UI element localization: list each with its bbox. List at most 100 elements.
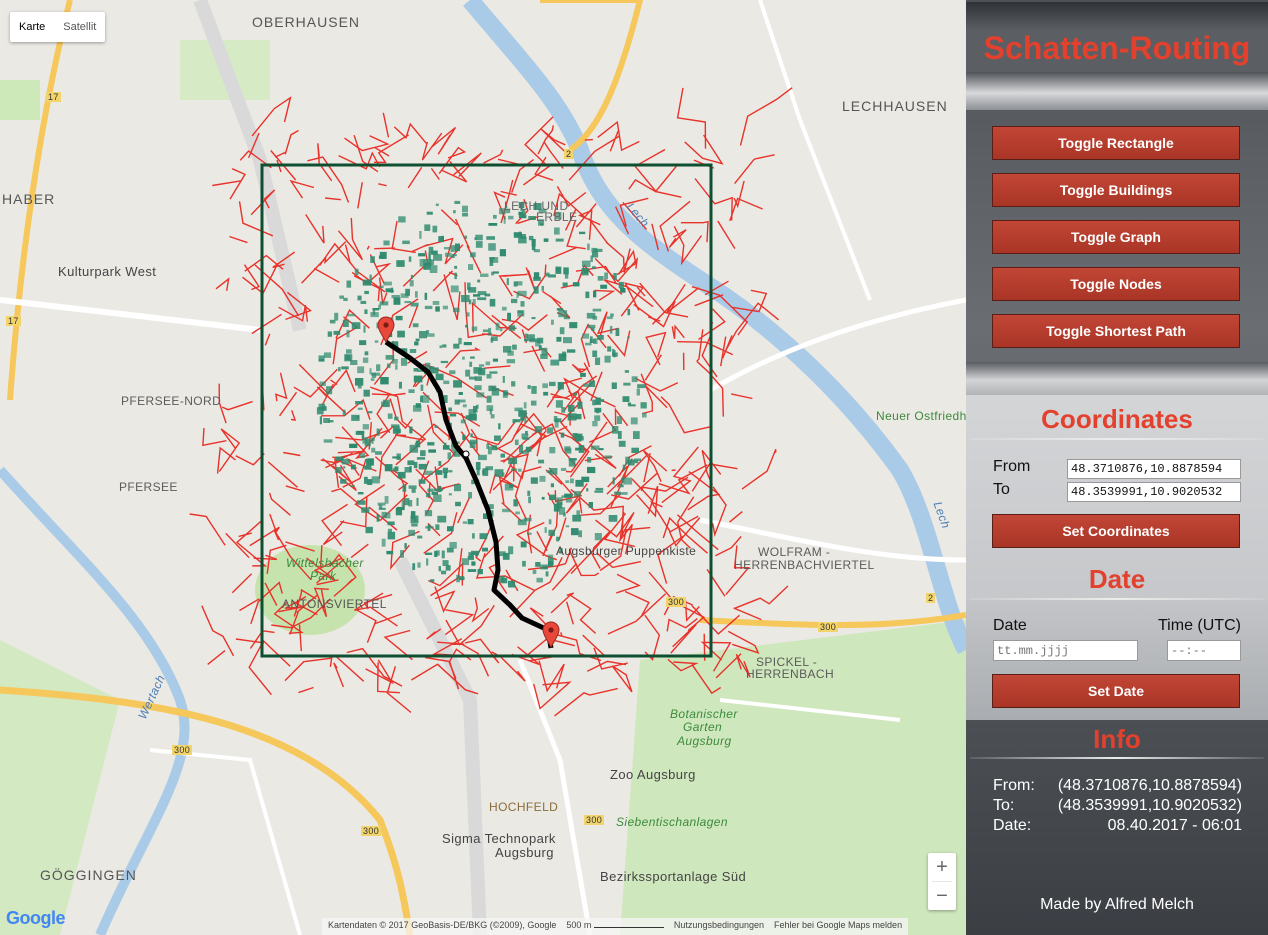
building [486,405,494,411]
set-coordinates-button[interactable]: Set Coordinates [992,514,1240,548]
toggle-shortest-path-button[interactable]: Toggle Shortest Path [992,314,1240,348]
set-date-button[interactable]: Set Date [992,674,1240,708]
building [361,432,365,439]
report-error-link[interactable]: Fehler bei Google Maps melden [774,920,902,935]
time-input[interactable] [1167,640,1241,661]
building [604,272,608,280]
place-label: HABER [2,191,56,207]
date-input[interactable] [993,640,1138,661]
graph-edge [566,219,586,250]
building [462,212,468,217]
graph-edge [431,126,457,155]
graph-edge [670,623,697,654]
graph-edge [636,485,659,518]
building [518,214,527,219]
map-view[interactable]: OBERHAUSEN LECHHAUSEN HABER Kulturpark W… [0,0,966,935]
toggle-nodes-button[interactable]: Toggle Nodes [992,267,1240,301]
building [618,281,624,289]
building [502,390,508,398]
place-label: Augsburg [677,734,732,748]
building [441,570,447,575]
building [607,346,612,352]
building [383,281,392,286]
graph-edge [741,448,777,490]
building [491,388,500,396]
building [553,416,558,422]
building [464,235,468,239]
building [442,344,447,348]
to-input[interactable] [1067,482,1241,502]
graph-edge [569,594,597,634]
place-label: PFERSEE-NORD [121,394,222,408]
building [433,488,443,492]
graph-edge [671,324,685,339]
toggle-buildings-button[interactable]: Toggle Buildings [992,173,1240,207]
building [479,533,488,540]
graph-edge [407,166,423,189]
building [478,367,486,376]
toggle-rectangle-button[interactable]: Toggle Rectangle [992,126,1240,160]
building [476,468,480,476]
building [409,466,412,473]
from-input[interactable] [1067,459,1241,479]
graph-edge [691,463,738,492]
graph-edge [284,129,299,155]
building [371,447,376,453]
building [561,407,566,413]
building [448,407,452,412]
building [498,576,505,583]
date-label: Date [993,617,1027,634]
building [427,488,434,492]
building [627,336,630,339]
map-canvas[interactable] [0,0,966,935]
zoom-out-button[interactable]: − [928,882,956,910]
google-logo[interactable]: Google [6,908,66,929]
building [514,419,521,423]
building [417,535,423,539]
building [412,323,419,328]
building [589,339,596,343]
building [418,463,427,470]
building [350,360,358,365]
graph-edge [346,647,403,687]
building [435,524,440,530]
building [527,490,531,496]
toggle-graph-button[interactable]: Toggle Graph [992,220,1240,254]
building [318,403,326,411]
graph-edge [611,665,633,693]
building [489,371,498,374]
building [482,329,489,333]
building [512,344,517,350]
map-type-map-button[interactable]: Karte [10,12,54,42]
time-label: Time (UTC) [1158,617,1241,634]
building [511,381,516,387]
road-shield: 2 [564,149,574,159]
building [387,413,393,419]
building [414,341,419,346]
graph-edge [684,134,724,165]
building [592,350,598,357]
terms-link[interactable]: Nutzungsbedingungen [674,920,764,935]
building [634,458,641,461]
zoom-in-button[interactable]: + [928,853,956,881]
building [408,389,415,393]
building [539,475,546,482]
building [528,496,531,504]
building [560,467,567,471]
graph-edge [284,657,333,682]
start-marker[interactable] [377,316,395,343]
park-area [0,80,40,120]
building [339,295,344,299]
graph-edge [459,642,490,677]
destination-marker[interactable] [542,621,560,648]
graph-edge [279,391,298,417]
place-label: Botanischer [670,707,738,721]
building [386,363,391,368]
building [499,328,503,332]
graph-edge [616,573,641,594]
building [462,356,465,360]
graph-edge [554,687,618,717]
map-type-satellite-button[interactable]: Satellit [54,12,105,42]
building [506,359,516,364]
building [458,392,463,395]
